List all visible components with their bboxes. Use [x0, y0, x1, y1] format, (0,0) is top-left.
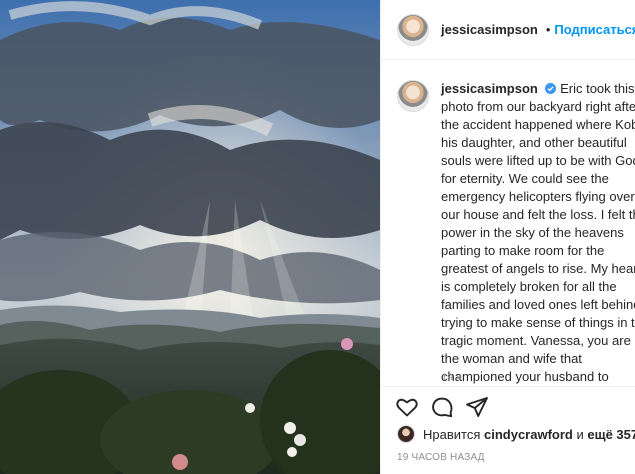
author-avatar[interactable] — [397, 13, 429, 46]
separator-dot: • — [545, 22, 551, 37]
post-timestamp: 19 ЧАСОВ НАЗАД — [397, 452, 485, 463]
post-actions-bar: Нравится cindycrawford и ещё 357 208 19 … — [381, 386, 635, 474]
follow-button[interactable]: Подписаться — [554, 22, 635, 37]
post-side-panel: jessicasimpson • Подписаться jessicasimp… — [380, 0, 635, 474]
verified-badge-icon — [545, 83, 557, 94]
likes-summary[interactable]: Нравится cindycrawford и ещё 357 208 — [397, 425, 635, 443]
share-icon[interactable] — [465, 395, 489, 419]
liker-username[interactable]: cindycrawford — [484, 427, 573, 442]
likes-prefix: Нравится — [423, 426, 481, 442]
comment-time-ago: 19 ч — [441, 372, 463, 380]
sky-landscape-image — [0, 0, 380, 474]
caption-username[interactable]: jessicasimpson — [441, 81, 538, 96]
caption-author-avatar[interactable] — [397, 80, 429, 112]
caption-text: Eric took this photo from our backyard r… — [441, 81, 635, 438]
likes-count[interactable]: ещё 357 208 — [587, 427, 635, 442]
post-photo[interactable] — [0, 0, 380, 474]
liker-avatar[interactable] — [397, 425, 415, 443]
heart-icon[interactable] — [395, 395, 419, 419]
author-username[interactable]: jessicasimpson — [441, 22, 538, 37]
likes-joiner: и — [576, 426, 584, 442]
post-header: jessicasimpson • Подписаться — [381, 0, 635, 60]
comment-icon[interactable] — [430, 395, 454, 419]
